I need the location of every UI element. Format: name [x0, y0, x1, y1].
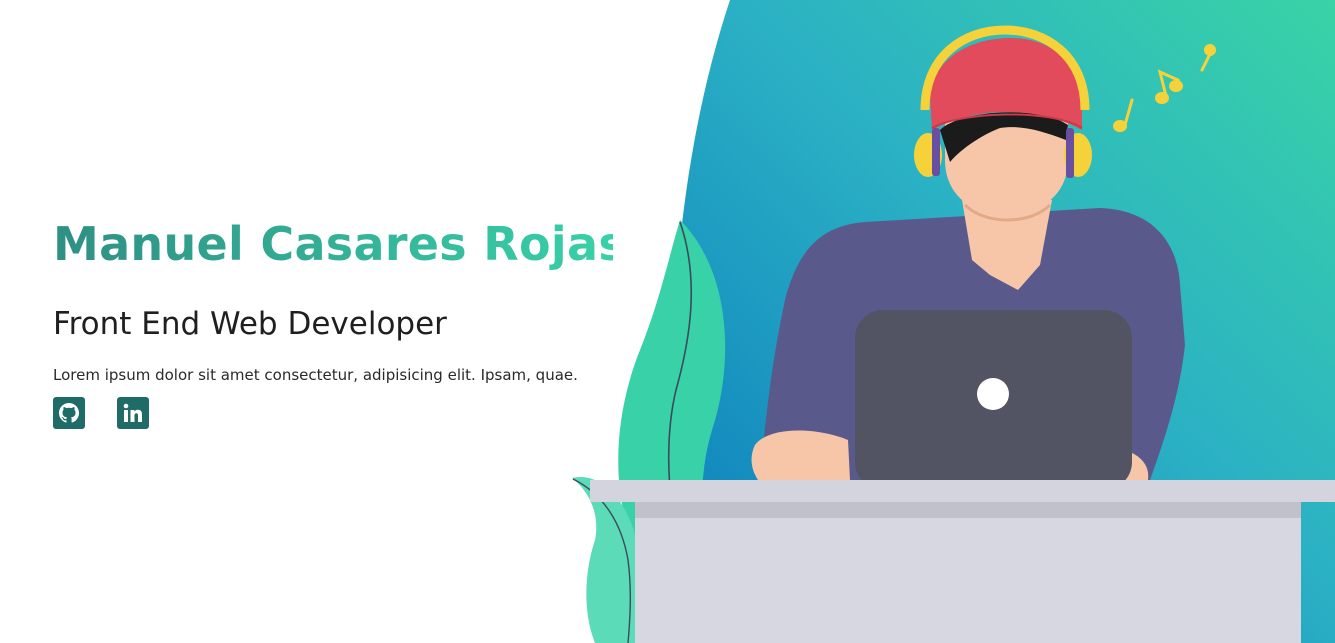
github-link[interactable] — [53, 397, 85, 429]
hero-role: Front End Web Developer — [53, 306, 447, 342]
social-links — [53, 397, 613, 429]
person-hand-left — [751, 430, 850, 480]
github-icon — [59, 403, 79, 423]
laptop-logo — [977, 378, 1009, 410]
desk — [590, 480, 1335, 643]
linkedin-link[interactable] — [117, 397, 149, 429]
hero-blurb: Lorem ipsum dolor sit amet consectetur, … — [53, 366, 578, 384]
hero-name: Manuel Casares Rojas — [53, 212, 626, 276]
linkedin-icon — [123, 403, 142, 422]
hero-text: Manuel Casares Rojas Front End Web Devel… — [53, 212, 626, 429]
